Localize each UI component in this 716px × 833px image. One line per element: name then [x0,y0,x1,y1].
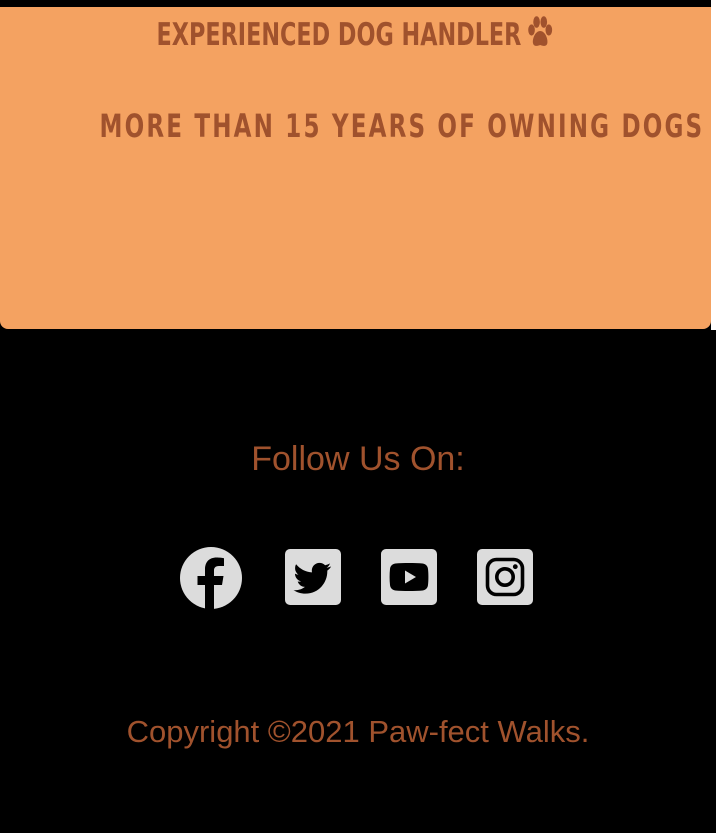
youtube-icon [381,549,437,605]
card-title-text: Experienced Dog Handler [156,17,522,53]
youtube-link[interactable] [379,547,441,609]
experience-card: Experienced Dog Handler More than 15 yea… [0,7,711,329]
copyright-text: Copyright ©2021 Paw-fect Walks. [126,714,590,749]
facebook-icon [180,547,242,609]
facebook-link[interactable] [180,547,242,609]
social-links [0,547,716,609]
card-subtitle: More than 15 years of owning dogs [99,107,705,145]
page: Experienced Dog Handler More than 15 yea… [0,0,716,833]
card-title: Experienced Dog Handler [100,15,612,53]
follow-heading: Follow Us On: [251,440,465,478]
instagram-icon [477,549,533,605]
twitter-icon [285,549,341,605]
instagram-link[interactable] [475,547,537,609]
page-edge [711,0,716,330]
twitter-link[interactable] [283,547,345,609]
paw-icon [526,15,555,49]
